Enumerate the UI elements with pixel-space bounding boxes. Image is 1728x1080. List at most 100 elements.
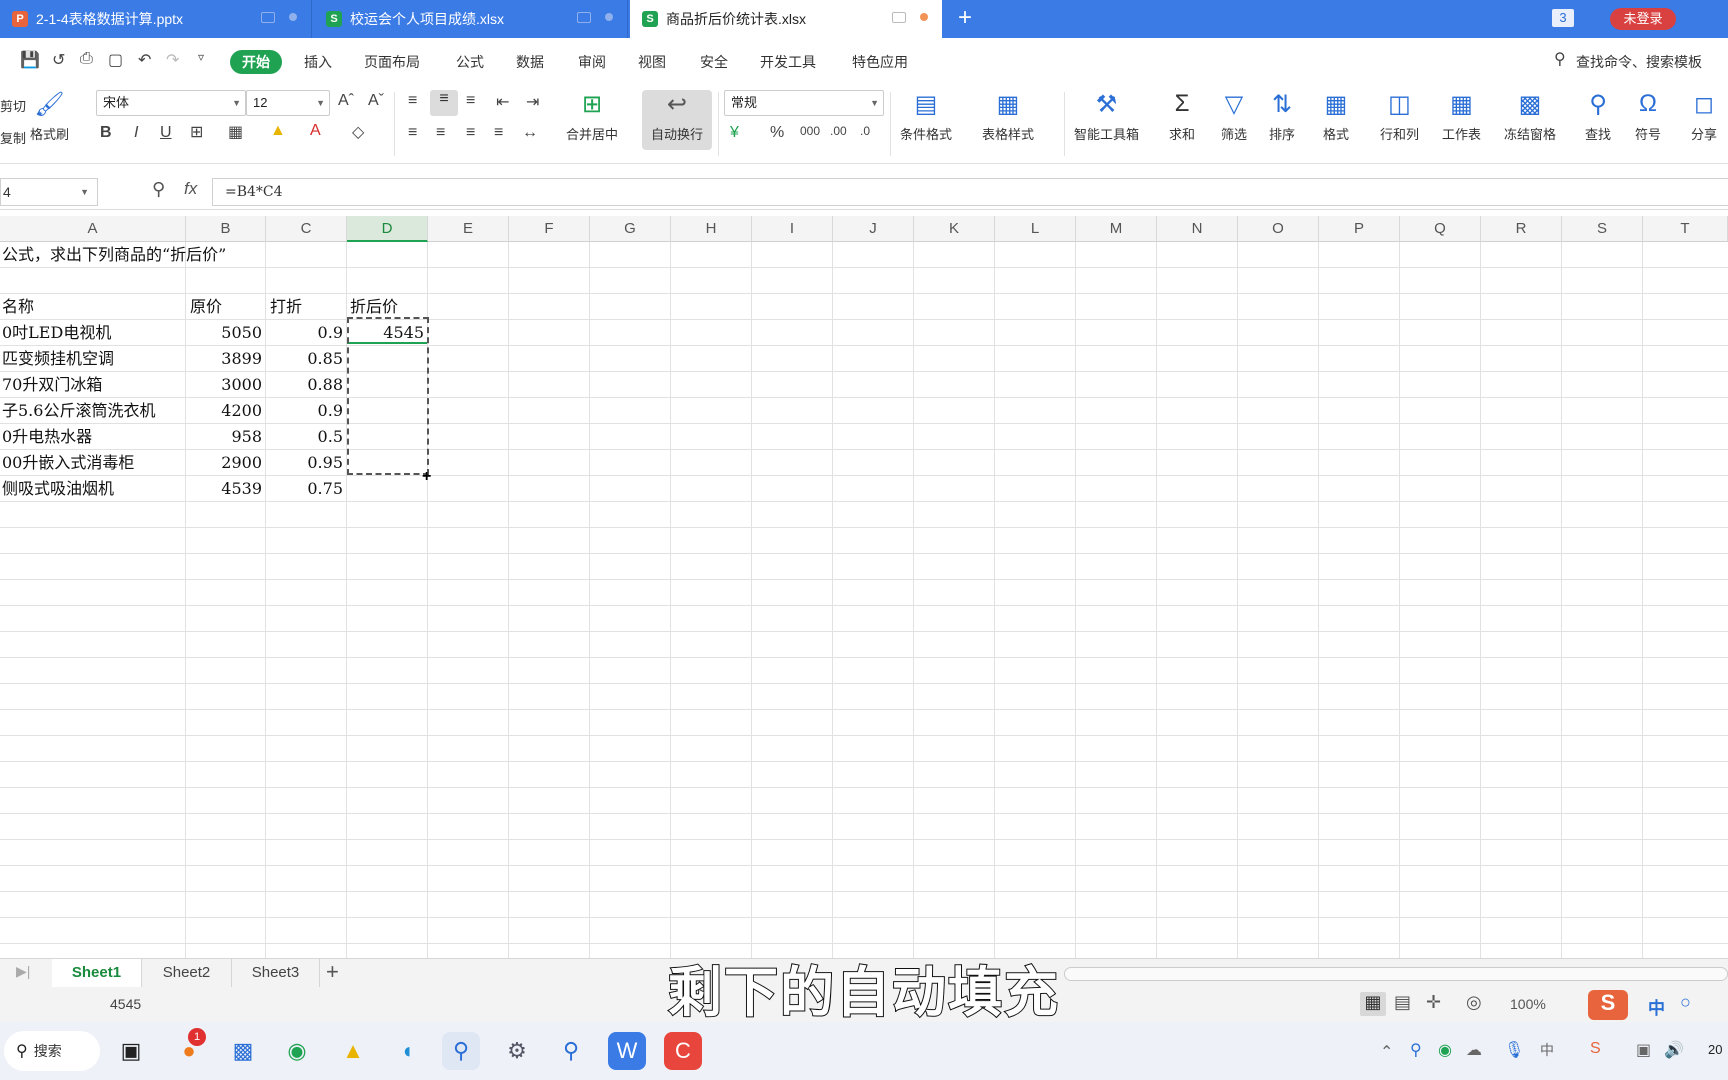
header-price[interactable]: 原价: [190, 294, 222, 320]
sort-button[interactable]: ⇅ 排序: [1268, 90, 1296, 143]
selection-range[interactable]: [347, 317, 429, 475]
menu-security[interactable]: 安全: [700, 50, 728, 74]
column-header-n[interactable]: N: [1157, 216, 1238, 242]
task-view-icon[interactable]: ▣: [112, 1032, 150, 1070]
percent-icon[interactable]: %: [770, 124, 784, 142]
indent-decrease-icon[interactable]: ⇤: [496, 92, 509, 112]
sum-button[interactable]: Σ 求和: [1168, 90, 1196, 143]
column-header-r[interactable]: R: [1481, 216, 1562, 242]
font-increase-icon[interactable]: Aˆ: [338, 92, 354, 110]
find-button[interactable]: ⚲ 查找: [1584, 90, 1612, 143]
pin-icon[interactable]: [261, 12, 275, 23]
clear-icon[interactable]: ◇: [352, 122, 364, 142]
function-icon[interactable]: fx: [184, 179, 197, 199]
folder-icon[interactable]: ▲: [334, 1032, 372, 1070]
formula-input[interactable]: =B4*C4: [212, 178, 1728, 206]
pin-icon[interactable]: [892, 12, 906, 23]
menu-review[interactable]: 审阅: [578, 50, 606, 74]
search-app-icon[interactable]: ⚲: [552, 1032, 590, 1070]
merge-center-button[interactable]: ⊞ 合并居中: [566, 90, 618, 143]
volume-icon[interactable]: 🔊: [1664, 1040, 1684, 1060]
freeze-panes-button[interactable]: ▩ 冻结窗格: [1504, 90, 1556, 143]
cut-button[interactable]: 剪切: [0, 96, 26, 115]
header-discount[interactable]: 打折: [270, 294, 302, 320]
pin-icon[interactable]: [577, 12, 591, 23]
ime-mode[interactable]: 中: [1648, 994, 1665, 1019]
red-app-icon[interactable]: C: [664, 1032, 702, 1070]
row-column-button[interactable]: ◫ 行和列: [1380, 90, 1419, 143]
item-name[interactable]: 70升双门冰箱: [2, 372, 102, 398]
smart-tools-button[interactable]: ⚒ 智能工具箱: [1074, 90, 1139, 143]
title-cell[interactable]: 公式，求出下列商品的“折后价”: [2, 242, 226, 268]
item-name[interactable]: 0吋LED电视机: [2, 320, 111, 346]
menu-view[interactable]: 视图: [638, 50, 666, 74]
save-icon[interactable]: 💾: [20, 50, 40, 70]
menu-formulas[interactable]: 公式: [456, 50, 484, 74]
page-layout-view-icon[interactable]: ✛: [1426, 992, 1441, 1013]
column-header-m[interactable]: M: [1076, 216, 1157, 242]
currency-icon[interactable]: ¥: [730, 124, 739, 142]
item-name[interactable]: 匹变频挂机空调: [2, 346, 114, 372]
decrease-decimal-icon[interactable]: .0: [860, 124, 870, 138]
punctuation-icon[interactable]: ○: [1680, 992, 1691, 1013]
normal-view-icon[interactable]: ▦: [1360, 992, 1386, 1016]
undo-icon[interactable]: ↶: [138, 50, 151, 70]
zoom-formula-icon[interactable]: ⚲: [152, 179, 165, 200]
input-method-logo-icon[interactable]: S: [1588, 990, 1628, 1020]
tray-expand-icon[interactable]: ⌃: [1380, 1042, 1393, 1062]
item-name[interactable]: 0升电热水器: [2, 424, 92, 450]
chat-app-icon[interactable]: ⚲: [442, 1032, 480, 1070]
table-style-button[interactable]: ▦ 表格样式: [982, 90, 1034, 143]
menu-special[interactable]: 特色应用: [852, 50, 908, 74]
border-icon[interactable]: ⊞: [190, 122, 203, 142]
item-discount[interactable]: 0.5: [266, 424, 347, 450]
item-name[interactable]: 子5.6公斤滚筒洗衣机: [2, 398, 155, 424]
column-header-k[interactable]: K: [914, 216, 995, 242]
item-discount[interactable]: 0.9: [266, 398, 347, 424]
store-icon[interactable]: ▩: [224, 1032, 262, 1070]
column-header-p[interactable]: P: [1319, 216, 1400, 242]
column-header-g[interactable]: G: [590, 216, 671, 242]
column-header-a[interactable]: A: [0, 216, 186, 242]
close-dot-icon[interactable]: [289, 13, 297, 21]
align-top-icon[interactable]: ≡: [408, 92, 417, 110]
fill-handle-cursor-icon[interactable]: +: [422, 468, 431, 486]
tab-xlsx-active[interactable]: S 商品折后价统计表.xlsx: [630, 0, 942, 38]
microphone-icon[interactable]: 🎙: [1504, 1040, 1524, 1060]
distribute-icon[interactable]: ↔: [522, 124, 538, 142]
item-discount[interactable]: 0.75: [266, 476, 347, 502]
taskbar-search[interactable]: ⚲ 搜索: [4, 1031, 100, 1071]
wrap-text-button[interactable]: ↩ 自动换行: [642, 90, 712, 150]
close-dot-icon[interactable]: [920, 13, 928, 21]
conditional-format-button[interactable]: ▤ 条件格式: [900, 90, 952, 143]
align-center-icon[interactable]: ≡: [436, 124, 445, 142]
item-name[interactable]: 侧吸式吸油烟机: [2, 476, 114, 502]
font-color-icon[interactable]: A: [310, 122, 321, 140]
settings-gear-icon[interactable]: ⚙: [498, 1032, 536, 1070]
column-header-i[interactable]: I: [752, 216, 833, 242]
eye-protection-icon[interactable]: ◎: [1466, 992, 1482, 1013]
tray-sogou-icon[interactable]: S: [1590, 1040, 1601, 1058]
item-price[interactable]: 958: [186, 424, 266, 450]
new-tab-button[interactable]: +: [958, 4, 972, 32]
print-icon[interactable]: ⎙: [80, 50, 93, 68]
format-button[interactable]: ▦ 格式: [1322, 90, 1350, 143]
spreadsheet-grid[interactable]: A B C D E F G H I J K L M N O P Q R S T: [0, 216, 1728, 958]
cell-style-icon[interactable]: ▦: [228, 122, 243, 142]
horizontal-scrollbar[interactable]: [1064, 967, 1728, 981]
menu-data[interactable]: 数据: [516, 50, 544, 74]
column-header-d[interactable]: D: [347, 216, 428, 242]
align-bottom-icon[interactable]: ≡: [466, 92, 475, 110]
redo-icon[interactable]: ↷: [166, 50, 179, 70]
column-header-s[interactable]: S: [1562, 216, 1643, 242]
copy-button[interactable]: 复制: [0, 128, 26, 147]
network-icon[interactable]: ▣: [1636, 1040, 1651, 1060]
format-painter-button[interactable]: 🖌 格式刷: [30, 90, 69, 143]
italic-icon[interactable]: I: [134, 124, 138, 142]
justify-icon[interactable]: ≡: [494, 124, 503, 142]
preview-icon[interactable]: ▢: [108, 50, 123, 70]
tab-xlsx-sports[interactable]: S 校运会个人项目成绩.xlsx: [314, 0, 628, 38]
close-dot-icon[interactable]: [605, 13, 613, 21]
font-name-select[interactable]: 宋体 ▼: [96, 90, 246, 116]
search-command-input[interactable]: 查找命令、搜索模板: [1576, 50, 1702, 74]
